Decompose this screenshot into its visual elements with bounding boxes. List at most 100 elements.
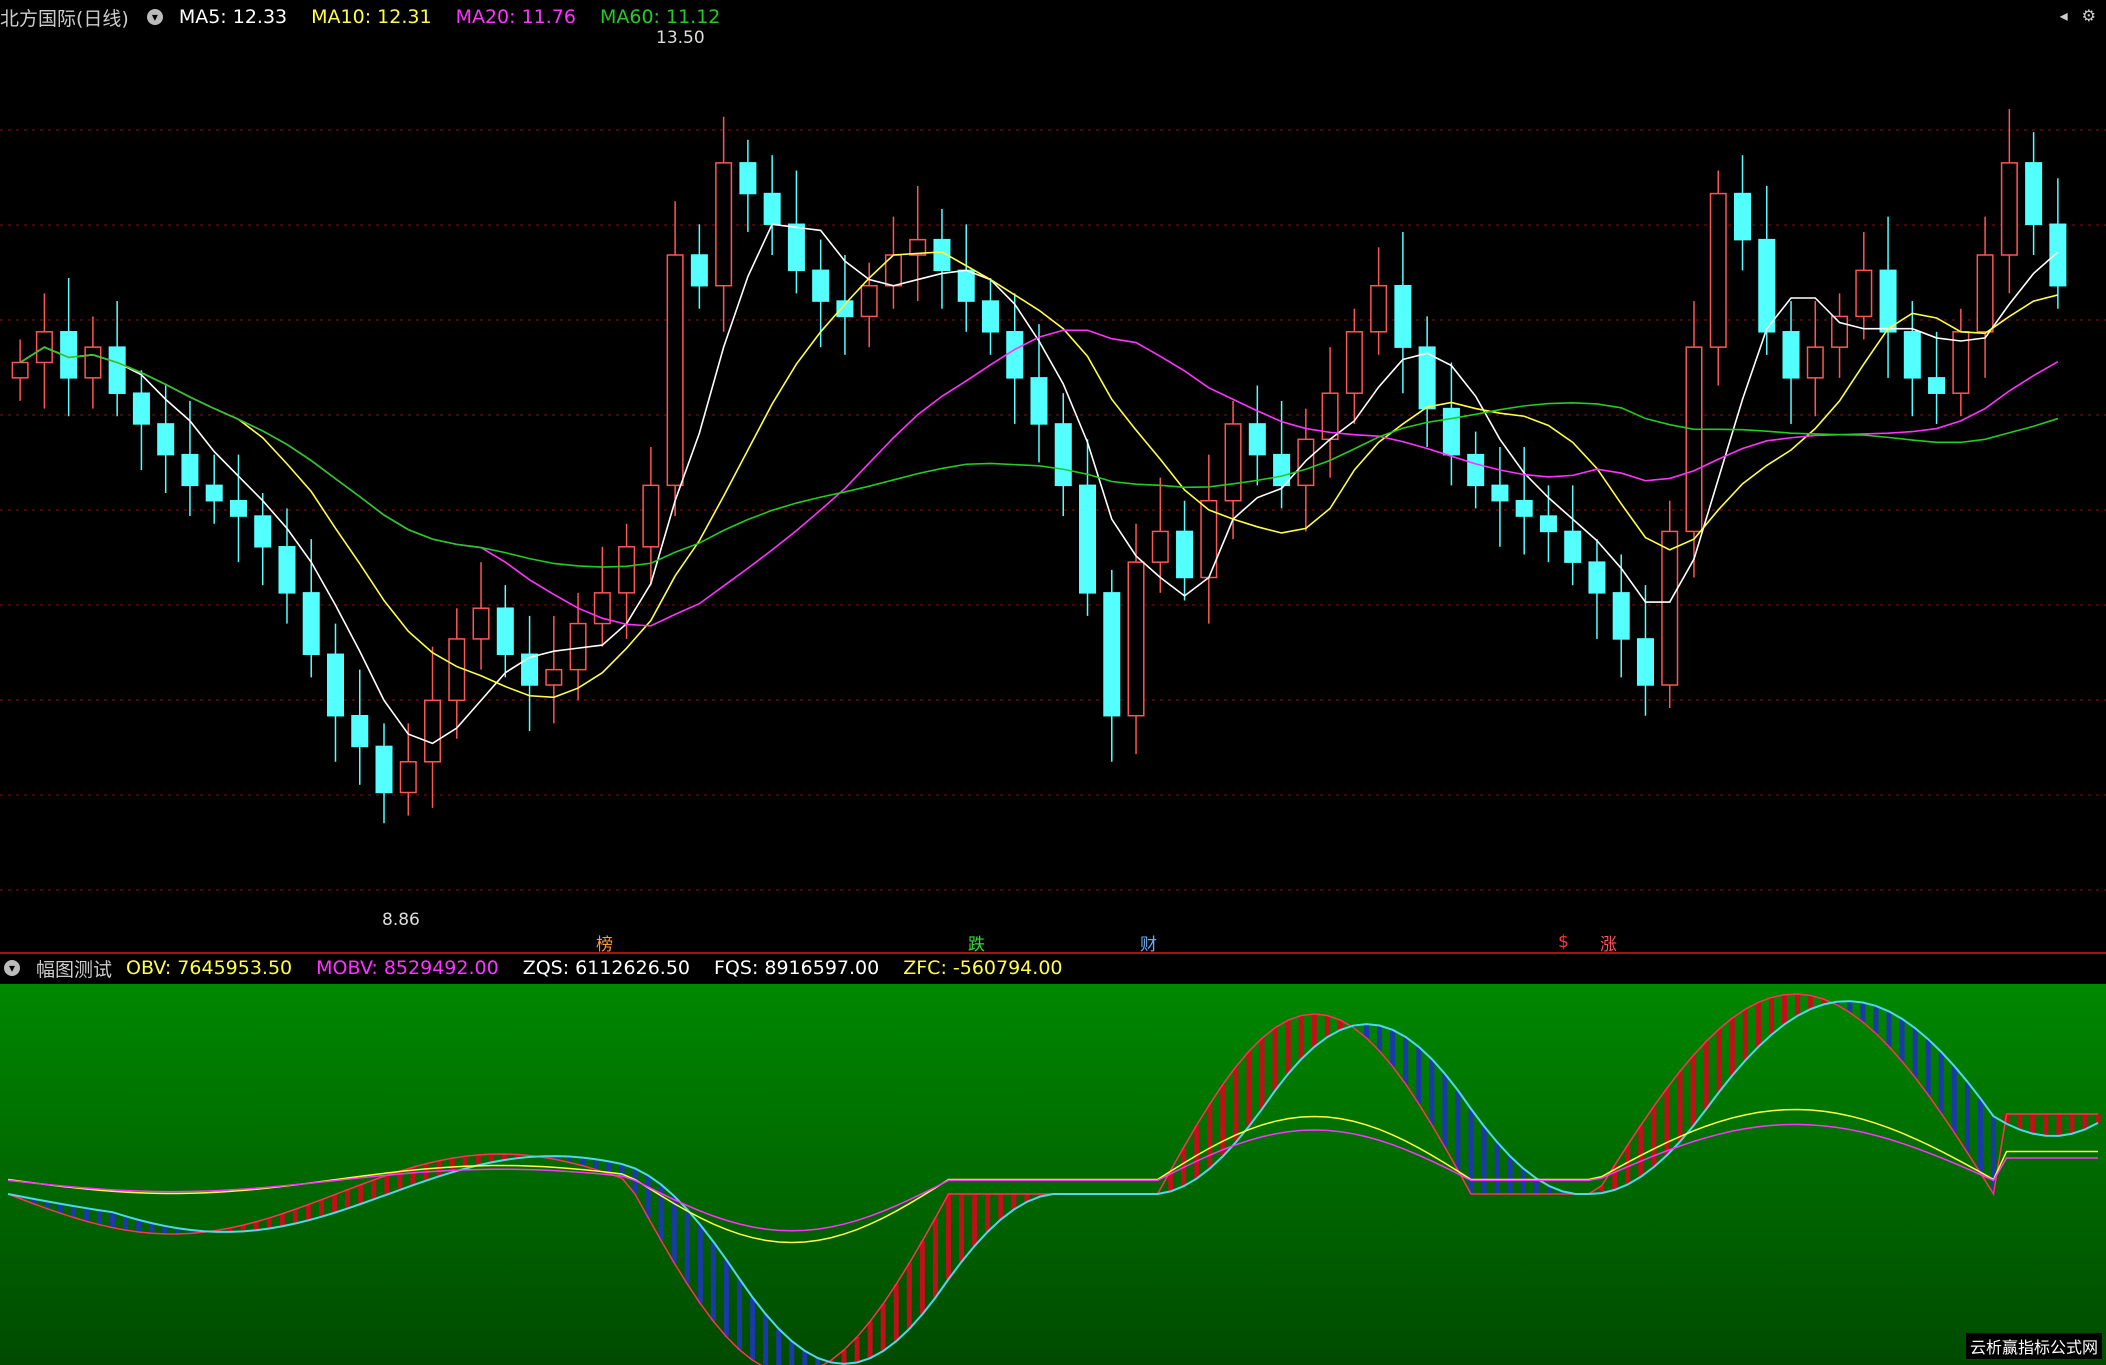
candle-body	[1903, 331, 1921, 379]
candle-body	[424, 699, 442, 763]
price-chart-panel[interactable]	[0, 0, 2106, 954]
ma20-value: MA20: 11.76	[455, 6, 576, 28]
watermark: 云析赢指标公式网	[1965, 1333, 2102, 1359]
candle-body	[545, 668, 563, 686]
window-controls: ◂ ⚙	[2060, 6, 2096, 25]
event-marker-bang[interactable]: 榜	[594, 930, 615, 955]
candle-body	[1151, 530, 1169, 563]
candle-body	[1855, 269, 1873, 318]
candle-body	[1976, 254, 1994, 333]
indicator-chart	[0, 984, 2106, 1365]
candle-body	[1467, 453, 1485, 487]
chevron-down-icon[interactable]: ▾	[4, 960, 20, 976]
settings-icon[interactable]: ⚙	[2082, 6, 2096, 25]
candle-body	[157, 423, 175, 456]
indicator-title[interactable]: 幅图测试	[36, 955, 112, 982]
candle-body	[1394, 284, 1412, 348]
candle-body	[1054, 423, 1072, 487]
candle-body	[1248, 423, 1266, 456]
candle-body	[302, 592, 320, 656]
candle-body	[1831, 315, 1849, 348]
candle-body	[84, 346, 102, 379]
candle-body	[690, 254, 708, 287]
candle-body	[1127, 561, 1145, 717]
candle-body	[812, 269, 830, 302]
candle-body	[1661, 530, 1679, 686]
candle-body	[351, 714, 369, 748]
candle-body	[1758, 238, 1776, 333]
indicator-background	[0, 984, 2106, 1365]
candle-body	[2000, 162, 2018, 256]
candle-body	[1030, 377, 1048, 425]
candle-body	[1297, 438, 1315, 487]
candle-body	[326, 653, 345, 717]
candlestick-chart	[0, 109, 2106, 954]
high-price-label: 13.50	[656, 28, 705, 48]
ma5-value: MA5: 12.33	[178, 6, 288, 28]
candle-body	[2025, 162, 2043, 226]
candle-body	[1442, 407, 1460, 456]
candle-body	[1224, 423, 1242, 502]
candle-body	[860, 284, 878, 318]
stock-title[interactable]: 北方国际(日线)	[0, 4, 129, 31]
ma60-value: MA60: 11.12	[599, 6, 721, 28]
event-marker-cai[interactable]: 财	[1138, 930, 1159, 955]
candle-body	[496, 607, 514, 656]
candle-body	[1515, 499, 1533, 517]
candle-body	[569, 622, 587, 671]
candle-body	[1709, 192, 1727, 348]
candle-body	[181, 453, 199, 487]
candle-body	[1370, 284, 1388, 333]
candle-body	[2049, 223, 2067, 287]
low-price-label: 8.86	[382, 910, 420, 930]
candle-body	[132, 392, 150, 425]
price-legend: 北方国际(日线) ▾ MA5: 12.33 MA10: 12.31 MA20: …	[0, 0, 730, 34]
chevron-down-icon[interactable]: ▾	[146, 9, 163, 25]
candle-body	[1588, 561, 1606, 594]
fqs-value: FQS: 8916597.00	[714, 957, 880, 979]
candle-body	[1539, 515, 1557, 533]
candle-body	[1079, 484, 1097, 594]
candle-body	[715, 162, 733, 287]
candle-body	[521, 653, 539, 686]
candle-body	[448, 638, 466, 702]
ma-line	[19, 251, 2059, 699]
candle-body	[399, 761, 417, 794]
candle-body	[1176, 530, 1194, 579]
candle-body	[254, 515, 272, 548]
candle-body	[1928, 377, 1946, 394]
candle-body	[1879, 269, 1897, 333]
candle-body	[981, 300, 999, 333]
candle-body	[1491, 484, 1509, 502]
mobv-value: MOBV: 8529492.00	[316, 957, 499, 979]
candle-body	[108, 346, 126, 394]
candle-body	[1006, 331, 1024, 379]
candle-body	[229, 499, 247, 517]
zqs-value: ZQS: 6112626.50	[522, 957, 690, 979]
candle-body	[472, 607, 490, 640]
candle-body	[11, 361, 29, 379]
candle-body	[1612, 592, 1630, 640]
chevron-left-icon[interactable]: ◂	[2060, 6, 2068, 25]
candle-body	[1685, 346, 1703, 533]
candle-body	[1782, 331, 1800, 379]
ma10-value: MA10: 12.31	[311, 6, 432, 28]
indicator-legend: ▾ 幅图测试 OBV: 7645953.50 MOBV: 8529492.00 …	[0, 954, 2106, 982]
candle-body	[787, 223, 805, 272]
obv-value: OBV: 7645953.50	[126, 957, 293, 979]
event-marker-dollar[interactable]: $	[1556, 932, 1571, 952]
ma-line	[19, 223, 2059, 745]
candle-body	[1636, 638, 1654, 686]
candle-body	[375, 745, 393, 794]
candle-body	[739, 162, 757, 195]
indicator-panel[interactable]	[0, 954, 2106, 1365]
candle-body	[278, 546, 296, 594]
zfc-value: ZFC: -560794.00	[903, 957, 1063, 979]
candle-body	[1806, 346, 1824, 379]
event-marker-die[interactable]: 跌	[966, 930, 987, 955]
candle-body	[763, 192, 781, 226]
event-marker-zhang[interactable]: 涨	[1598, 930, 1619, 955]
candle-body	[1273, 453, 1291, 487]
candle-body	[642, 484, 660, 548]
candle-body	[666, 254, 684, 487]
